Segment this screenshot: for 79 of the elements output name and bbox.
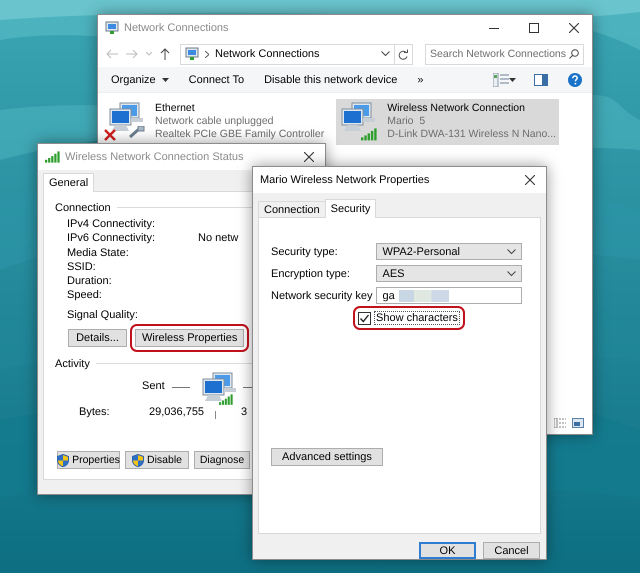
caret-icon[interactable] xyxy=(509,78,516,82)
close-icon[interactable] xyxy=(525,175,535,185)
field-label: Speed: xyxy=(67,288,103,303)
field-label: IPv4 Connectivity: xyxy=(67,217,156,232)
toolbar-button[interactable]: Organize xyxy=(104,68,176,90)
field-label: Signal Quality: xyxy=(67,308,139,322)
chevron-down-icon[interactable] xyxy=(380,51,390,57)
field-label: Security type: xyxy=(271,246,339,258)
connection-item[interactable]: Ethernet Network cable unplugged Realtek PCIe GBE Family Controller xyxy=(104,99,328,145)
preview-pane-icon[interactable] xyxy=(534,74,548,86)
input-field[interactable]: ga xyxy=(376,287,522,304)
bytes-received: 3 xyxy=(241,406,248,418)
field-label: Media State: xyxy=(67,246,130,260)
refresh-icon xyxy=(398,48,408,60)
bytes-sent: 29,036,755 xyxy=(149,406,204,418)
window-title: Mario Wireless Network Properties xyxy=(260,174,430,186)
tab[interactable]: Connection xyxy=(258,201,326,217)
network-folder-icon xyxy=(185,47,199,61)
signal-icon xyxy=(45,151,60,163)
tab[interactable]: General xyxy=(43,173,94,192)
chevron-down-icon[interactable] xyxy=(507,270,516,276)
dropdown[interactable]: WPA2-Personal xyxy=(376,243,522,260)
toolbar-button[interactable]: Connect To xyxy=(182,68,252,90)
help-icon[interactable] xyxy=(568,72,582,86)
dialog-button[interactable]: Details... xyxy=(68,329,127,348)
maximize-icon[interactable] xyxy=(529,23,539,33)
connection-item[interactable]: Wireless Network Connection Mario 5 D-Link DWA-131 Wireless N Nano... xyxy=(336,99,560,145)
window-title: Wireless Network Connection Status xyxy=(65,151,244,163)
signal-icon xyxy=(361,128,378,141)
field-label: Network security key xyxy=(271,290,372,302)
field-label: IPv6 Connectivity: xyxy=(67,231,156,246)
large-icons-view-icon[interactable] xyxy=(572,418,584,428)
field-label: SSID: xyxy=(67,260,97,274)
address-bar[interactable]: Network Connections xyxy=(180,44,395,64)
checkbox[interactable] xyxy=(358,312,371,324)
section-heading: Connection xyxy=(55,202,111,214)
chevron-down-icon[interactable] xyxy=(507,248,516,254)
tab[interactable]: Security xyxy=(324,199,376,218)
cable-icon xyxy=(129,126,145,138)
toolbar-button[interactable]: Disable this network device xyxy=(257,68,404,90)
breadcrumb-chevron-icon xyxy=(205,50,209,58)
search-field[interactable]: Search Network Connections xyxy=(425,44,584,64)
connection-name: Ethernet xyxy=(155,102,196,115)
search-icon xyxy=(569,49,579,59)
dialog-button[interactable]: Disable xyxy=(125,451,189,470)
disconnected-icon xyxy=(104,129,116,141)
field-label: Duration: xyxy=(67,274,113,288)
close-icon[interactable] xyxy=(569,23,579,33)
view-options-icon[interactable] xyxy=(493,72,509,86)
window-title: Network Connections xyxy=(124,22,229,34)
breadcrumb-item[interactable]: Network Connections xyxy=(215,48,320,60)
dialog-button[interactable]: Diagnose xyxy=(194,451,250,470)
connection-name: Wireless Network Connection xyxy=(387,102,526,115)
dialog-button[interactable]: Cancel xyxy=(483,542,540,559)
field-value: No netw xyxy=(198,231,238,246)
dropdown[interactable]: AES xyxy=(376,265,522,282)
close-icon[interactable] xyxy=(304,152,314,162)
field-label: Encryption type: xyxy=(271,268,351,280)
network-folder-icon xyxy=(105,21,119,35)
bytes-label: Bytes: xyxy=(79,406,110,418)
dialog-button[interactable]: OK xyxy=(419,542,476,559)
connection-status: Mario 5 xyxy=(387,115,426,128)
signal-icon xyxy=(219,394,233,406)
toolbar-button[interactable]: » xyxy=(410,68,431,90)
adapter-name: Realtek PCIe GBE Family Controller xyxy=(155,128,324,141)
details-view-icon[interactable] xyxy=(554,418,566,428)
computer-icon xyxy=(339,102,378,134)
dialog-button[interactable]: Properties xyxy=(57,451,120,470)
up-arrow-icon[interactable] xyxy=(160,48,170,60)
sent-label: Sent xyxy=(142,380,165,392)
advanced-settings-button[interactable]: Advanced settings xyxy=(271,448,383,466)
section-heading: Activity xyxy=(55,358,90,370)
checkbox-label[interactable]: Show characters xyxy=(374,311,460,325)
refresh-button[interactable] xyxy=(394,44,414,64)
connection-status: Network cable unplugged xyxy=(155,115,274,128)
computer-icon xyxy=(107,102,145,134)
adapter-name: D-Link DWA-131 Wireless N Nano... xyxy=(387,128,556,141)
caret-icon[interactable] xyxy=(162,78,169,82)
dialog-button[interactable]: Wireless Properties xyxy=(135,329,244,348)
